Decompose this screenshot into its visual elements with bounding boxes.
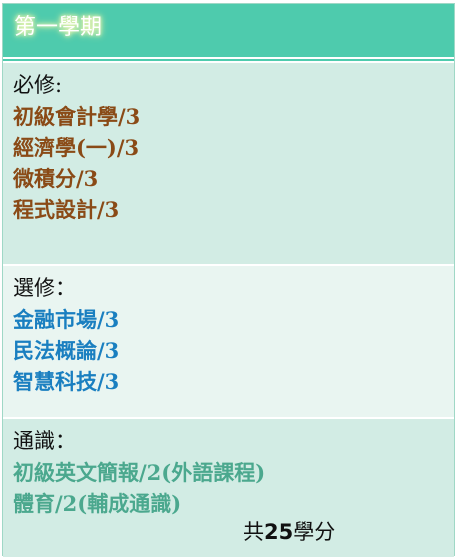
total-suffix: 學分 [293, 520, 336, 544]
header-divider [3, 59, 454, 61]
required-course-item: 程式設計/3 [13, 197, 120, 222]
required-course-item: 初級會計學/3 [13, 104, 141, 129]
general-course-item: 體育/2(輔成通識) [13, 491, 182, 516]
required-courses-section: 必修: 初級會計學/3 經濟學(一)/3 微積分/3 程式設計/3 [3, 63, 454, 264]
elective-courses-section: 選修： 金融市場/3 民法概論/3 智慧科技/3 [3, 266, 454, 417]
total-credits-number: 25 [264, 520, 294, 544]
required-course-item: 微積分/3 [13, 166, 99, 191]
elective-course-item: 智慧科技/3 [13, 369, 120, 394]
semester-header: 第一學期 [3, 4, 454, 57]
required-course-item: 經濟學(一)/3 [13, 135, 140, 160]
total-credits: 共25學分 [243, 517, 335, 548]
general-education-section: 通識： 初級英文簡報/2(外語課程) 體育/2(輔成通識) [3, 419, 454, 557]
semester-title: 第一學期 [10, 11, 107, 44]
semester-card: 第一學期 必修: 初級會計學/3 經濟學(一)/3 微積分/3 程式設計/3 選… [2, 3, 455, 557]
required-heading: 必修: [13, 73, 63, 97]
elective-heading: 選修： [13, 276, 76, 300]
elective-course-item: 民法概論/3 [13, 338, 120, 363]
total-prefix: 共 [243, 520, 264, 544]
general-course-item: 初級英文簡報/2(外語課程) [13, 460, 266, 485]
elective-course-item: 金融市場/3 [13, 307, 120, 332]
general-heading: 通識： [13, 429, 76, 453]
